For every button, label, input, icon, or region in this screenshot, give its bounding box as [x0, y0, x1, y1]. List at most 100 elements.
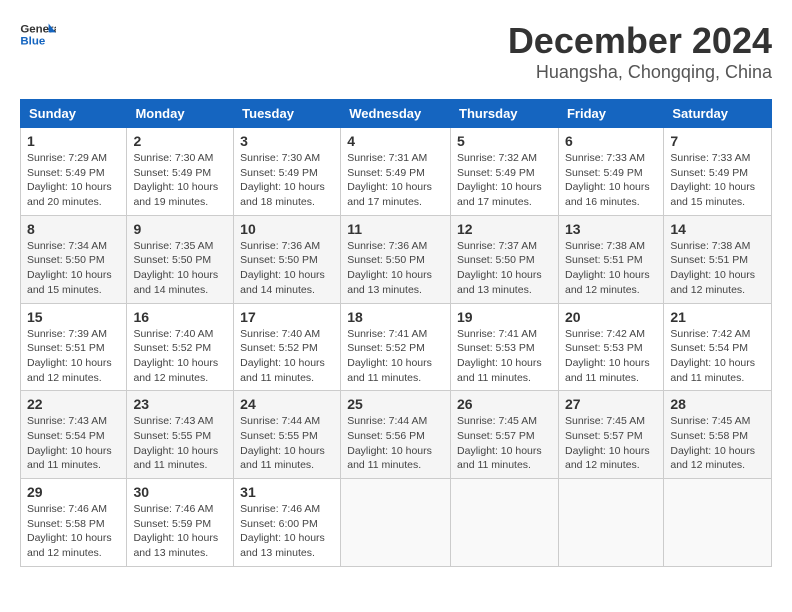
col-friday: Friday	[558, 100, 663, 128]
day-number: 12	[457, 221, 552, 237]
table-row: 17Sunrise: 7:40 AM Sunset: 5:52 PM Dayli…	[234, 303, 341, 391]
day-number: 5	[457, 133, 552, 149]
day-number: 14	[670, 221, 765, 237]
day-number: 15	[27, 309, 120, 325]
table-row: 2 Sunrise: 7:30 AM Sunset: 5:49 PM Daylig…	[127, 128, 234, 216]
day-info: Sunrise: 7:46 AM Sunset: 5:59 PM Dayligh…	[133, 502, 227, 561]
day-info: Sunrise: 7:34 AM Sunset: 5:50 PM Dayligh…	[27, 239, 120, 298]
table-row: 3Sunrise: 7:30 AM Sunset: 5:49 PM Daylig…	[234, 128, 341, 216]
table-row: 6 Sunrise: 7:33 AM Sunset: 5:49 PM Daylig…	[558, 128, 663, 216]
table-row	[341, 479, 451, 567]
day-info: Sunrise: 7:45 AM Sunset: 5:57 PM Dayligh…	[457, 414, 552, 473]
table-row: 14 Sunrise: 7:38 AM Sunset: 5:51 PM Dayli…	[664, 215, 772, 303]
day-number: 7	[670, 133, 765, 149]
day-info: Sunrise: 7:44 AM Sunset: 5:55 PM Dayligh…	[240, 414, 334, 473]
day-info: Sunrise: 7:43 AM Sunset: 5:55 PM Dayligh…	[133, 414, 227, 473]
day-info: Sunrise: 7:33 AM Sunset: 5:49 PM Dayligh…	[565, 151, 657, 210]
day-info: Sunrise: 7:45 AM Sunset: 5:57 PM Dayligh…	[565, 414, 657, 473]
table-row: 20 Sunrise: 7:42 AM Sunset: 5:53 PM Dayli…	[558, 303, 663, 391]
title-area: December 2024 Huangsha, Chongqing, China	[508, 20, 772, 83]
day-number: 6	[565, 133, 657, 149]
day-info: Sunrise: 7:37 AM Sunset: 5:50 PM Dayligh…	[457, 239, 552, 298]
table-row	[451, 479, 559, 567]
day-number: 22	[27, 396, 120, 412]
table-row: 18 Sunrise: 7:41 AM Sunset: 5:52 PM Dayli…	[341, 303, 451, 391]
calendar-week-row: 22 Sunrise: 7:43 AM Sunset: 5:54 PM Dayli…	[21, 391, 772, 479]
table-row: 9Sunrise: 7:35 AM Sunset: 5:50 PM Daylig…	[127, 215, 234, 303]
day-number: 11	[347, 221, 444, 237]
col-saturday: Saturday	[664, 100, 772, 128]
col-thursday: Thursday	[451, 100, 559, 128]
day-number: 2	[133, 133, 227, 149]
main-title: December 2024	[508, 20, 772, 62]
day-number: 1	[27, 133, 120, 149]
day-number: 30	[133, 484, 227, 500]
day-number: 19	[457, 309, 552, 325]
day-info: Sunrise: 7:33 AM Sunset: 5:49 PM Dayligh…	[670, 151, 765, 210]
day-number: 4	[347, 133, 444, 149]
col-tuesday: Tuesday	[234, 100, 341, 128]
day-info: Sunrise: 7:31 AM Sunset: 5:49 PM Dayligh…	[347, 151, 444, 210]
logo-icon: General Blue	[20, 20, 56, 50]
table-row: 10 Sunrise: 7:36 AM Sunset: 5:50 PM Dayli…	[234, 215, 341, 303]
day-info: Sunrise: 7:30 AM Sunset: 5:49 PM Dayligh…	[240, 151, 334, 210]
day-info: Sunrise: 7:38 AM Sunset: 5:51 PM Dayligh…	[670, 239, 765, 298]
day-number: 27	[565, 396, 657, 412]
day-number: 28	[670, 396, 765, 412]
day-number: 26	[457, 396, 552, 412]
day-number: 21	[670, 309, 765, 325]
col-wednesday: Wednesday	[341, 100, 451, 128]
table-row: 12 Sunrise: 7:37 AM Sunset: 5:50 PM Dayli…	[451, 215, 559, 303]
day-number: 13	[565, 221, 657, 237]
header: General Blue December 2024 Huangsha, Cho…	[20, 20, 772, 83]
day-info: Sunrise: 7:41 AM Sunset: 5:52 PM Dayligh…	[347, 327, 444, 386]
day-number: 10	[240, 221, 334, 237]
table-row: 25 Sunrise: 7:44 AM Sunset: 5:56 PM Dayli…	[341, 391, 451, 479]
table-row: 26 Sunrise: 7:45 AM Sunset: 5:57 PM Dayli…	[451, 391, 559, 479]
day-number: 8	[27, 221, 120, 237]
table-row: 23Sunrise: 7:43 AM Sunset: 5:55 PM Dayli…	[127, 391, 234, 479]
table-row: 16Sunrise: 7:40 AM Sunset: 5:52 PM Dayli…	[127, 303, 234, 391]
day-number: 29	[27, 484, 120, 500]
table-row: 24 Sunrise: 7:44 AM Sunset: 5:55 PM Dayli…	[234, 391, 341, 479]
day-info: Sunrise: 7:40 AM Sunset: 5:52 PM Dayligh…	[240, 327, 334, 386]
calendar-week-row: 29 Sunrise: 7:46 AM Sunset: 5:58 PM Dayli…	[21, 479, 772, 567]
day-info: Sunrise: 7:29 AM Sunset: 5:49 PM Dayligh…	[27, 151, 120, 210]
day-number: 18	[347, 309, 444, 325]
day-info: Sunrise: 7:36 AM Sunset: 5:50 PM Dayligh…	[347, 239, 444, 298]
table-row: 31Sunrise: 7:46 AM Sunset: 6:00 PM Dayli…	[234, 479, 341, 567]
day-info: Sunrise: 7:32 AM Sunset: 5:49 PM Dayligh…	[457, 151, 552, 210]
day-number: 24	[240, 396, 334, 412]
day-info: Sunrise: 7:45 AM Sunset: 5:58 PM Dayligh…	[670, 414, 765, 473]
table-row: 7 Sunrise: 7:33 AM Sunset: 5:49 PM Daylig…	[664, 128, 772, 216]
col-monday: Monday	[127, 100, 234, 128]
day-info: Sunrise: 7:41 AM Sunset: 5:53 PM Dayligh…	[457, 327, 552, 386]
calendar-table: Sunday Monday Tuesday Wednesday Thursday…	[20, 99, 772, 567]
calendar-week-row: 8 Sunrise: 7:34 AM Sunset: 5:50 PM Daylig…	[21, 215, 772, 303]
table-row: 19 Sunrise: 7:41 AM Sunset: 5:53 PM Dayli…	[451, 303, 559, 391]
day-info: Sunrise: 7:40 AM Sunset: 5:52 PM Dayligh…	[133, 327, 227, 386]
day-info: Sunrise: 7:46 AM Sunset: 5:58 PM Dayligh…	[27, 502, 120, 561]
day-number: 20	[565, 309, 657, 325]
day-info: Sunrise: 7:46 AM Sunset: 6:00 PM Dayligh…	[240, 502, 334, 561]
table-row: 22 Sunrise: 7:43 AM Sunset: 5:54 PM Dayli…	[21, 391, 127, 479]
day-info: Sunrise: 7:42 AM Sunset: 5:54 PM Dayligh…	[670, 327, 765, 386]
day-info: Sunrise: 7:39 AM Sunset: 5:51 PM Dayligh…	[27, 327, 120, 386]
day-info: Sunrise: 7:30 AM Sunset: 5:49 PM Dayligh…	[133, 151, 227, 210]
col-sunday: Sunday	[21, 100, 127, 128]
day-info: Sunrise: 7:44 AM Sunset: 5:56 PM Dayligh…	[347, 414, 444, 473]
calendar-week-row: 15 Sunrise: 7:39 AM Sunset: 5:51 PM Dayli…	[21, 303, 772, 391]
day-info: Sunrise: 7:42 AM Sunset: 5:53 PM Dayligh…	[565, 327, 657, 386]
table-row: 4 Sunrise: 7:31 AM Sunset: 5:49 PM Daylig…	[341, 128, 451, 216]
table-row: 1 Sunrise: 7:29 AM Sunset: 5:49 PM Daylig…	[21, 128, 127, 216]
calendar-week-row: 1 Sunrise: 7:29 AM Sunset: 5:49 PM Daylig…	[21, 128, 772, 216]
logo: General Blue	[20, 20, 56, 50]
day-info: Sunrise: 7:35 AM Sunset: 5:50 PM Dayligh…	[133, 239, 227, 298]
day-number: 25	[347, 396, 444, 412]
day-info: Sunrise: 7:36 AM Sunset: 5:50 PM Dayligh…	[240, 239, 334, 298]
table-row: 29 Sunrise: 7:46 AM Sunset: 5:58 PM Dayli…	[21, 479, 127, 567]
table-row: 15 Sunrise: 7:39 AM Sunset: 5:51 PM Dayli…	[21, 303, 127, 391]
day-info: Sunrise: 7:43 AM Sunset: 5:54 PM Dayligh…	[27, 414, 120, 473]
table-row: 27 Sunrise: 7:45 AM Sunset: 5:57 PM Dayli…	[558, 391, 663, 479]
svg-text:Blue: Blue	[20, 36, 45, 48]
